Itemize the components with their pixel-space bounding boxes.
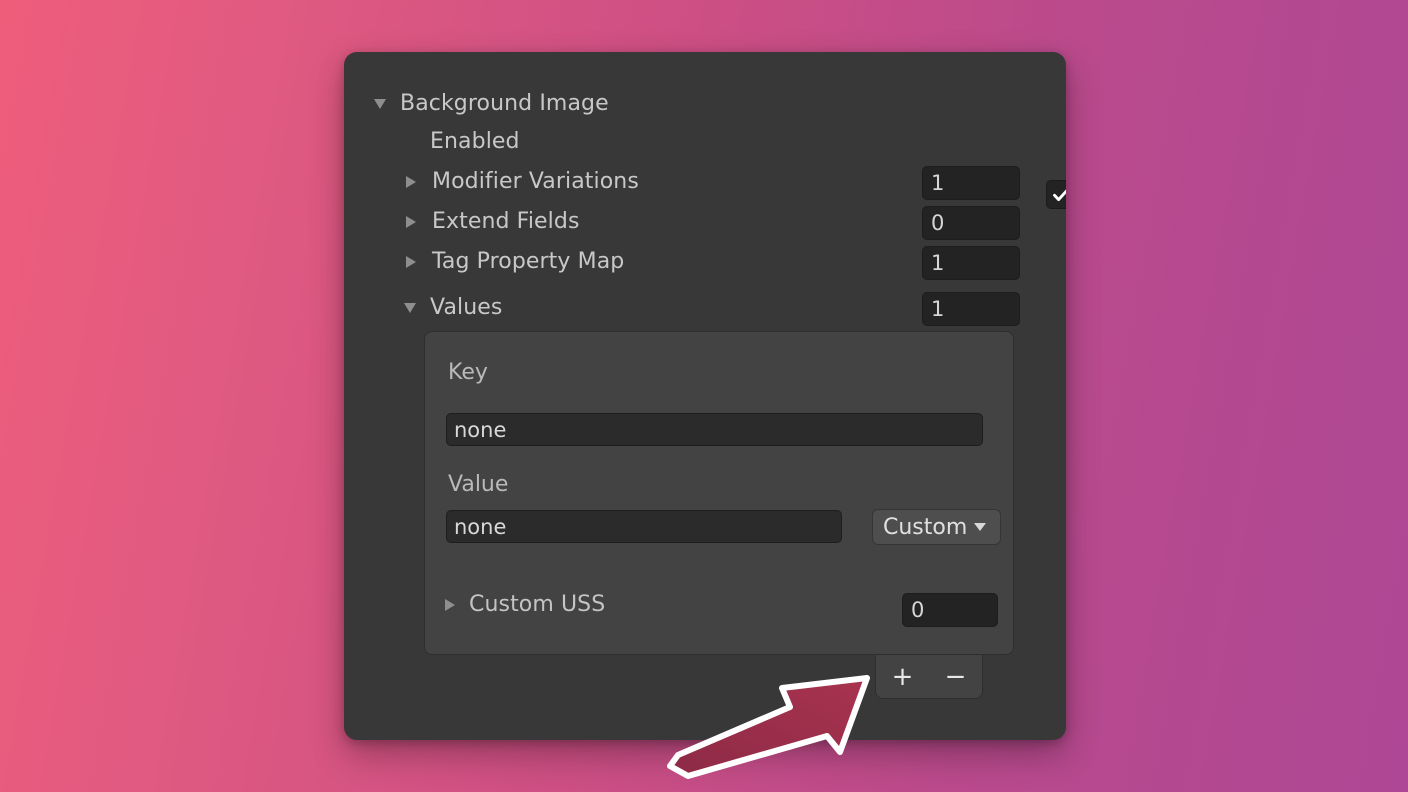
extend-fields-label: Extend Fields bbox=[432, 209, 580, 234]
value-type-dropdown-label: Custom bbox=[883, 514, 968, 540]
tag-property-map-label: Tag Property Map bbox=[432, 249, 625, 274]
tag-property-map-count[interactable]: 1 bbox=[922, 246, 1020, 280]
value-input[interactable]: none bbox=[446, 510, 842, 543]
triangle-right-icon[interactable] bbox=[406, 256, 432, 268]
triangle-right-icon[interactable] bbox=[406, 216, 432, 228]
background-image-label: Background Image bbox=[400, 91, 609, 116]
values-count[interactable]: 1 bbox=[922, 292, 1020, 326]
row-custom-uss[interactable]: Custom USS bbox=[445, 594, 605, 616]
values-item-box: Key none Value none Custom Custom USS 0 bbox=[424, 331, 1014, 655]
key-label: Key bbox=[448, 360, 488, 385]
modifier-variations-count[interactable]: 1 bbox=[922, 166, 1020, 200]
modifier-variations-label: Modifier Variations bbox=[432, 169, 639, 194]
value-label: Value bbox=[448, 472, 509, 497]
enabled-label: Enabled bbox=[430, 129, 520, 154]
triangle-down-icon[interactable] bbox=[374, 99, 400, 109]
chevron-down-icon bbox=[974, 523, 987, 531]
key-input[interactable]: none bbox=[446, 413, 983, 446]
custom-uss-count[interactable]: 0 bbox=[902, 593, 998, 627]
value-type-dropdown[interactable]: Custom bbox=[872, 509, 1001, 545]
extend-fields-count[interactable]: 0 bbox=[922, 206, 1020, 240]
triangle-right-icon[interactable] bbox=[445, 599, 455, 611]
triangle-right-icon[interactable] bbox=[406, 176, 432, 188]
custom-uss-label: Custom USS bbox=[469, 592, 606, 617]
inspector-panel: Background Image Enabled Modifier Variat… bbox=[344, 52, 1066, 740]
remove-item-button[interactable]: − bbox=[939, 664, 973, 690]
add-item-button[interactable]: + bbox=[886, 664, 920, 690]
list-buttons-group: + − bbox=[875, 655, 983, 699]
triangle-down-icon[interactable] bbox=[404, 303, 430, 313]
row-background-image[interactable]: Background Image bbox=[344, 84, 1066, 124]
values-label: Values bbox=[430, 295, 503, 320]
row-enabled: Enabled bbox=[344, 122, 1066, 162]
